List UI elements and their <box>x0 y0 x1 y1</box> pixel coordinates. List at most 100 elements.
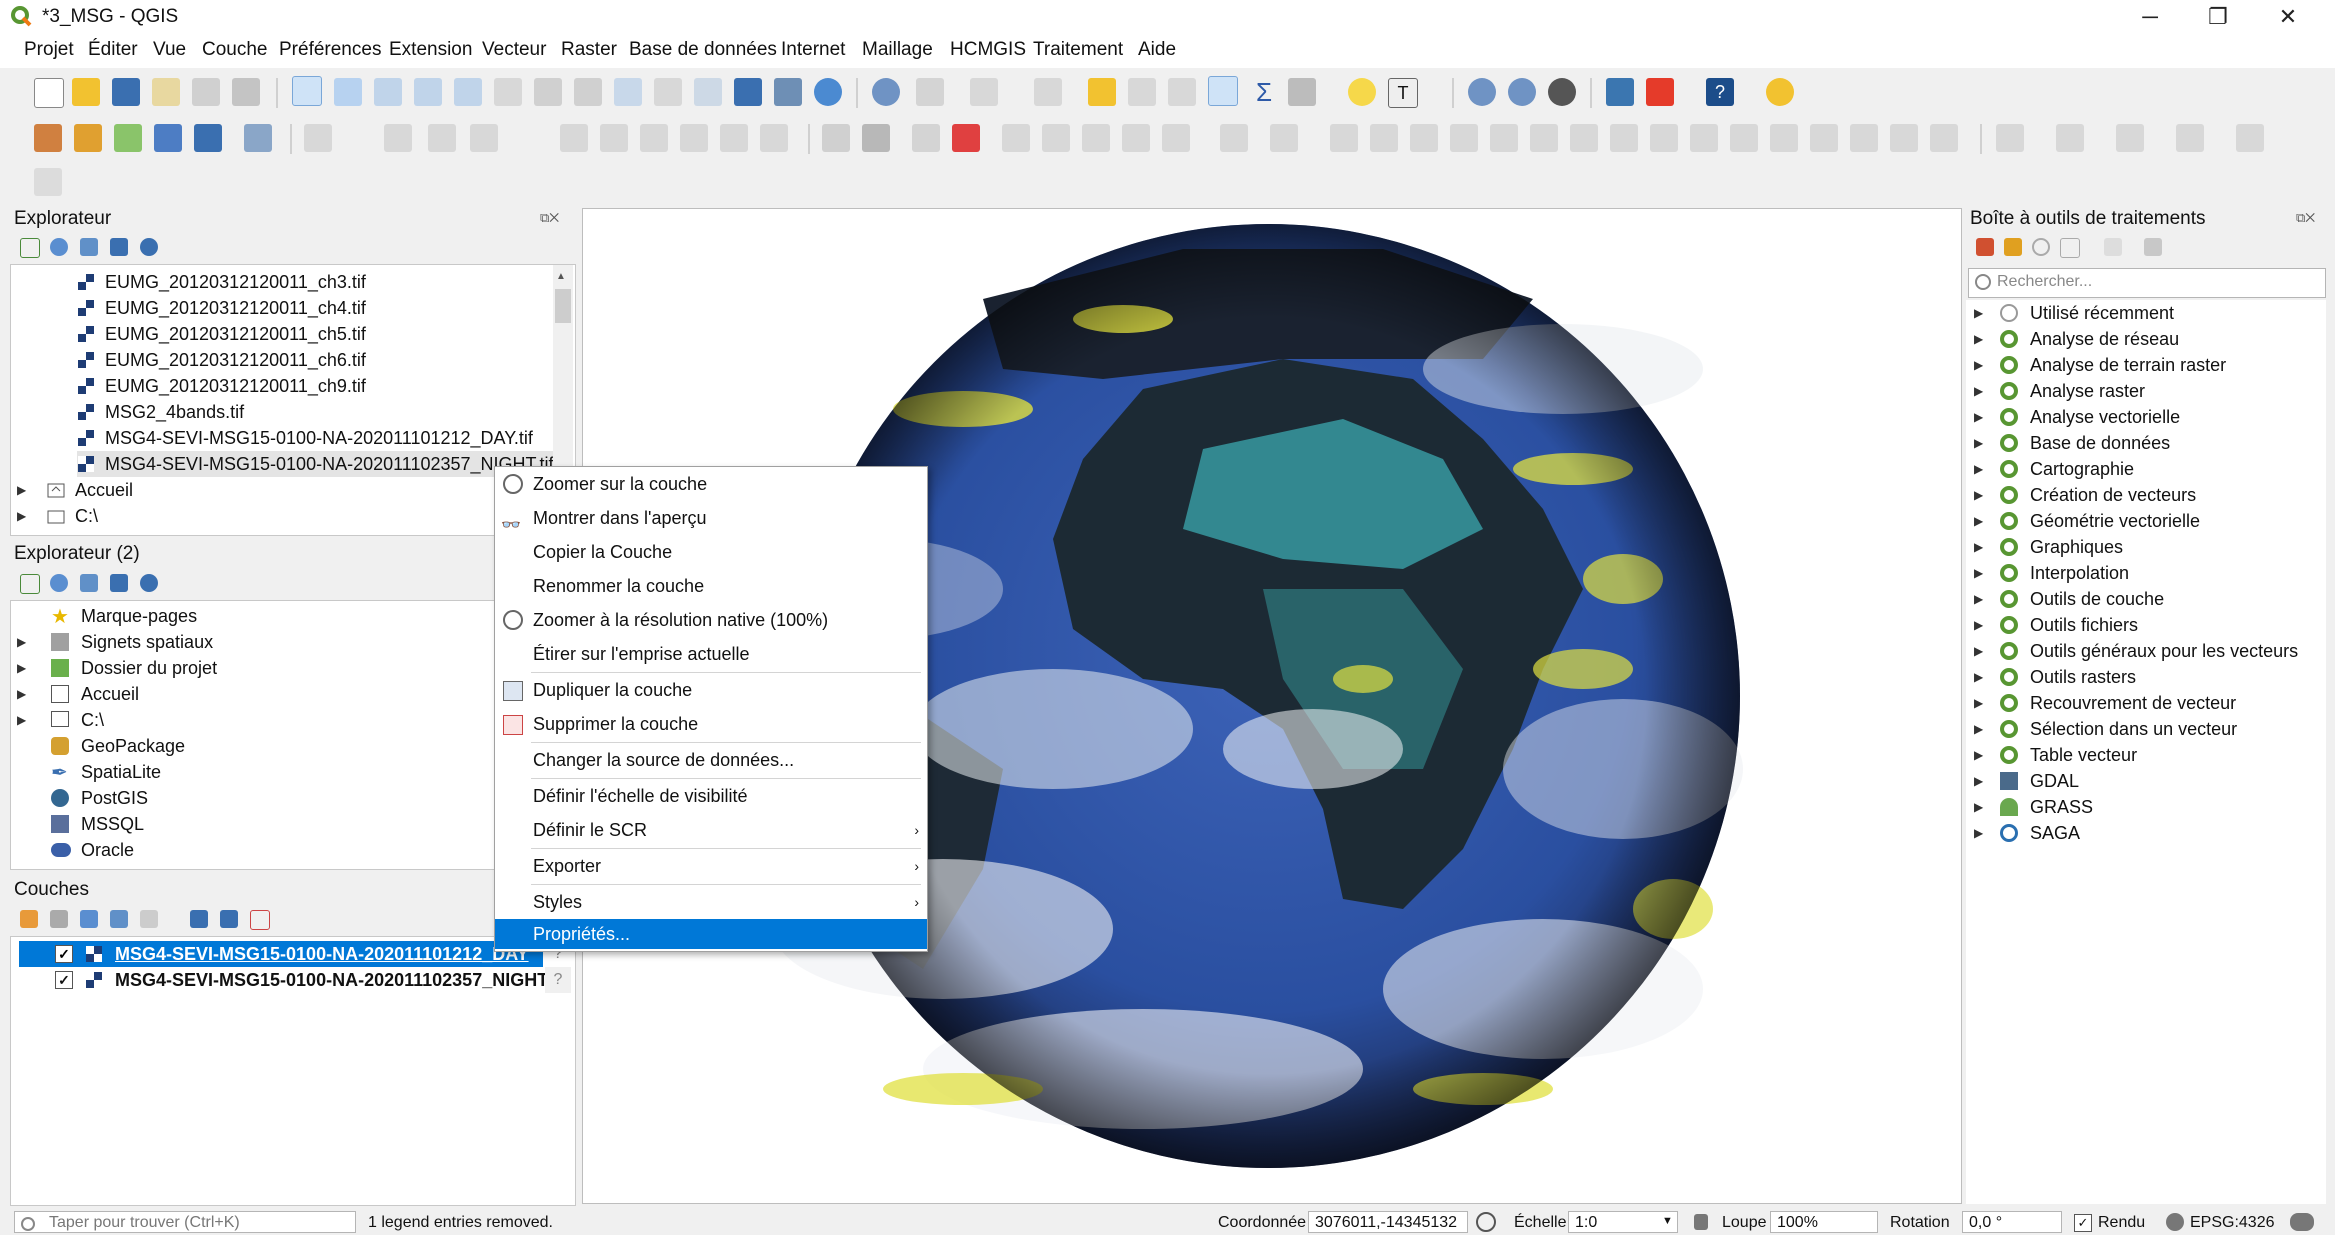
save-as-icon[interactable] <box>152 78 180 106</box>
properties-info-icon[interactable] <box>140 574 158 592</box>
measure-icon[interactable] <box>1288 78 1316 106</box>
menu-preferences[interactable]: Préférences <box>279 39 381 61</box>
label-icon[interactable] <box>822 124 850 152</box>
shape-digitize-icon[interactable] <box>1220 124 1248 152</box>
add-part-icon[interactable] <box>1570 124 1598 152</box>
print-layout-icon[interactable] <box>192 78 220 106</box>
advanced-digitize-5-icon[interactable] <box>1162 124 1190 152</box>
expand-arrow-icon[interactable]: ▶ <box>17 629 26 655</box>
shape-tool-3-icon[interactable] <box>2116 124 2144 152</box>
models-icon[interactable] <box>1976 238 1994 256</box>
zoom-in-icon[interactable] <box>374 78 402 106</box>
results-viewer-icon[interactable] <box>2060 238 2080 258</box>
shape-tool-1-icon[interactable] <box>1996 124 2024 152</box>
properties-info-icon[interactable] <box>140 238 158 256</box>
add-vector-icon[interactable] <box>74 124 102 152</box>
delete-ring-icon[interactable] <box>1650 124 1678 152</box>
delete-selected-icon[interactable] <box>560 124 588 152</box>
shape-tool-5-icon[interactable] <box>2236 124 2264 152</box>
menu-properties[interactable]: Propriétés... <box>495 919 927 949</box>
show-label-icon[interactable] <box>912 124 940 152</box>
advanced-digitize-3-icon[interactable] <box>1082 124 1110 152</box>
layer-row-day[interactable]: ✓ MSG4-SEVI-MSG15-0100-NA-202011101212_D… <box>19 941 543 967</box>
data-source-manager-icon[interactable] <box>34 124 62 152</box>
menu-remove-layer[interactable]: Supprimer la couche <box>495 707 927 741</box>
menu-internet[interactable]: Internet <box>781 39 845 61</box>
reshape-icon[interactable] <box>1450 124 1478 152</box>
text-annotation-icon[interactable]: T <box>1388 78 1418 108</box>
render-checkbox[interactable]: ✓ <box>2074 1214 2092 1232</box>
edit-features-icon[interactable] <box>2104 238 2122 256</box>
collapse-all-layers-icon[interactable] <box>220 910 238 928</box>
attribute-table-icon[interactable] <box>1128 78 1156 106</box>
menu-zoom-to-layer[interactable]: Zoomer sur la couche <box>495 467 927 501</box>
python-console-icon[interactable] <box>1606 78 1634 106</box>
menu-traitement[interactable]: Traitement <box>1033 39 1123 61</box>
remove-layer-icon[interactable] <box>250 910 270 930</box>
help-icon[interactable]: ? <box>1706 78 1734 106</box>
pin-label-icon[interactable] <box>862 124 890 152</box>
vertex-tool-icon[interactable] <box>470 124 498 152</box>
zoom-selection-icon[interactable] <box>494 78 522 106</box>
toolbox-search-input[interactable]: Rechercher... <box>1968 268 2326 298</box>
plugin-yellow-icon[interactable] <box>1766 78 1794 106</box>
menu-aide[interactable]: Aide <box>1138 39 1176 61</box>
menu-vue[interactable]: Vue <box>153 39 186 61</box>
simplify-icon[interactable] <box>1490 124 1518 152</box>
digitize-icon[interactable] <box>428 124 456 152</box>
snapping-icon[interactable] <box>34 168 62 196</box>
map-tips-icon[interactable] <box>1348 78 1376 106</box>
add-ring-icon[interactable] <box>1530 124 1558 152</box>
copy-icon[interactable] <box>640 124 668 152</box>
filter-browser-icon[interactable] <box>80 574 98 592</box>
zoom-full-icon[interactable] <box>454 78 482 106</box>
new-map-view-icon[interactable] <box>694 78 722 106</box>
manage-map-themes-icon[interactable] <box>80 910 98 928</box>
identify-icon[interactable] <box>872 78 900 106</box>
shape-tool-4-icon[interactable] <box>2176 124 2204 152</box>
new-bookmark-icon[interactable] <box>734 78 762 106</box>
options-wrench-icon[interactable] <box>2144 238 2162 256</box>
layer-row-night[interactable]: ✓ MSG4-SEVI-MSG15-0100-NA-202011102357_N… <box>19 967 548 993</box>
reverse-line-icon[interactable] <box>1770 124 1798 152</box>
menu-stretch-extent[interactable]: Étirer sur l'emprise actuelle <box>495 637 927 671</box>
menu-change-source[interactable]: Changer la source de données... <box>495 743 927 777</box>
collapse-all-icon[interactable] <box>110 238 128 256</box>
menu-base-de-donnees[interactable]: Base de données <box>629 39 777 61</box>
menu-zoom-native[interactable]: Zoomer à la résolution native (100%) <box>495 603 927 637</box>
browser-file-item-selected[interactable]: MSG4-SEVI-MSG15-0100-NA-202011102357_NIG… <box>77 451 557 477</box>
coordinate-toggle-icon[interactable] <box>1476 1212 1496 1232</box>
rotation-field[interactable]: 0,0 ° <box>1962 1211 2062 1233</box>
save-project-icon[interactable] <box>112 78 140 106</box>
refresh-browser-icon[interactable] <box>50 238 68 256</box>
split-parts-icon[interactable] <box>1730 124 1758 152</box>
run-action-icon[interactable] <box>916 78 944 106</box>
menu-copy-layer[interactable]: Copier la Couche <box>495 535 927 569</box>
locator-search-input[interactable]: Taper pour trouver (Ctrl+K) <box>14 1211 356 1233</box>
menu-hcmgis[interactable]: HCMGIS <box>950 39 1026 61</box>
select-value-icon[interactable] <box>1034 78 1062 106</box>
menu-export[interactable]: Exporter › <box>495 849 927 883</box>
zoom-layer-icon[interactable] <box>534 78 562 106</box>
menu-show-in-overview[interactable]: 👓 Montrer dans l'aperçu <box>495 501 927 535</box>
add-selected-icon[interactable] <box>20 238 40 258</box>
add-selected-icon[interactable] <box>20 574 40 594</box>
layer-visibility-checkbox[interactable]: ✓ <box>55 945 73 963</box>
deselect-icon[interactable] <box>1088 78 1116 106</box>
expand-arrow-icon[interactable]: ▶ <box>17 477 26 503</box>
show-bookmarks-icon[interactable] <box>774 78 802 106</box>
menu-set-crs[interactable]: Définir le SCR › <box>495 813 927 847</box>
offset-curve-icon[interactable] <box>1890 124 1918 152</box>
fill-ring-icon[interactable] <box>1610 124 1638 152</box>
zoom-last-icon[interactable] <box>614 78 642 106</box>
crs-label[interactable]: EPSG:4326 <box>2190 1214 2275 1232</box>
zoom-out-icon[interactable] <box>414 78 442 106</box>
filter-browser-icon[interactable] <box>80 238 98 256</box>
magnifier-field[interactable]: 100% <box>1770 1211 1878 1233</box>
menu-couche[interactable]: Couche <box>202 39 268 61</box>
redo-icon[interactable] <box>760 124 788 152</box>
save-edits-icon[interactable] <box>384 124 412 152</box>
menu-projet[interactable]: Projet <box>24 39 74 61</box>
add-group-icon[interactable] <box>50 910 68 928</box>
scroll-thumb[interactable] <box>555 289 571 323</box>
